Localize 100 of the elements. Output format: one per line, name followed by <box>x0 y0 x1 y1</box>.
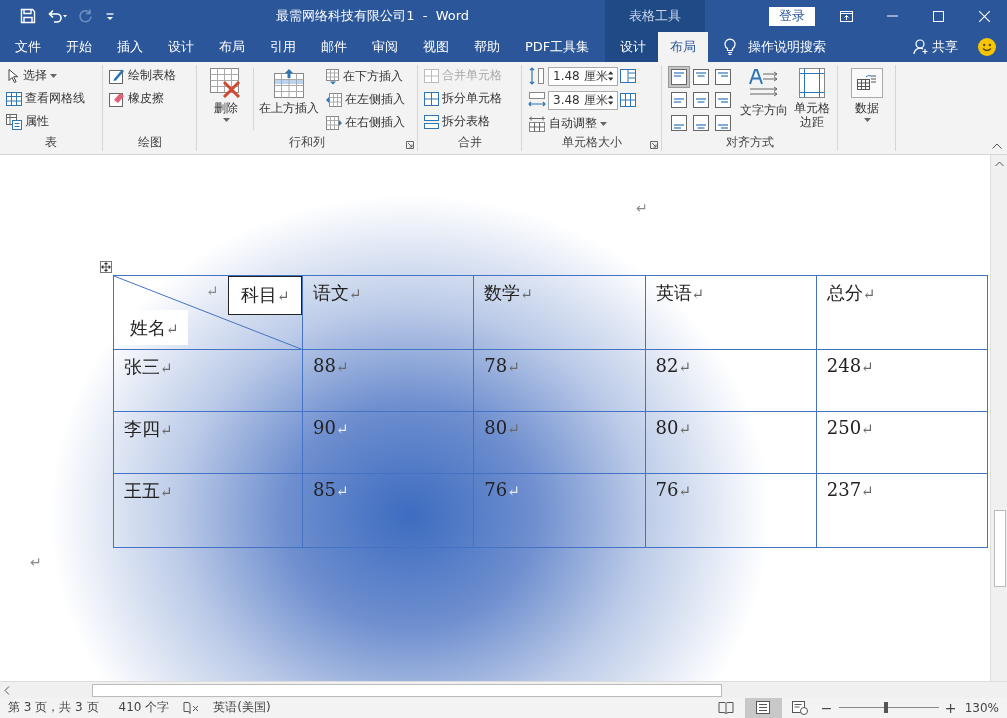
column-header: 数学↵ <box>484 281 533 303</box>
delete-button[interactable]: 删除 <box>203 65 249 122</box>
table-cell: 78↵ <box>484 354 520 376</box>
ribbon-tab[interactable]: 视图 <box>410 32 461 62</box>
properties-button[interactable]: 属性 <box>6 111 102 132</box>
dialog-launcher-icon[interactable] <box>650 140 658 149</box>
table-cell: 张三↵ <box>124 355 173 377</box>
ribbon-tab[interactable]: 文件 <box>0 32 53 62</box>
alignment-icon <box>715 91 731 108</box>
save-icon[interactable] <box>20 8 36 24</box>
ribbon-tab[interactable]: 帮助 <box>461 32 512 62</box>
close-icon <box>978 10 990 22</box>
alignment-icon <box>693 68 709 85</box>
select-button[interactable]: 选择 <box>6 65 102 86</box>
maximize-icon <box>932 10 944 22</box>
insert-below-button[interactable]: 在下方插入 <box>326 66 405 87</box>
table-cell: 76↵ <box>484 478 520 500</box>
ribbon-tab[interactable]: 设计 <box>155 32 206 62</box>
tell-me-search[interactable]: 操作说明搜索 <box>724 32 827 62</box>
zoom-level[interactable]: 130% <box>964 701 999 715</box>
ribbon-tab[interactable]: 开始 <box>53 32 104 62</box>
text-direction-button[interactable]: 文字方向 <box>738 65 790 117</box>
table-cell: 250↵ <box>826 416 874 438</box>
ribbon-tab[interactable]: PDF工具集 <box>512 32 602 62</box>
table-move-handle-icon[interactable] <box>100 260 112 273</box>
insert-above-button[interactable]: 在上方插入 <box>258 65 320 115</box>
table-cell: 王五↵ <box>124 479 173 501</box>
share-button[interactable]: 共享 <box>913 32 958 62</box>
cell-margins-button[interactable]: 单元格边距 <box>790 65 834 129</box>
group-label: 表 <box>44 133 58 150</box>
table-cell: 237↵ <box>826 478 874 500</box>
window-title: 最需网络科技有限公司1 - Word <box>275 7 471 25</box>
distribute-rows-icon[interactable] <box>620 68 636 85</box>
insert-row-below-icon <box>326 68 340 85</box>
word-count[interactable]: 410 个字 <box>118 699 170 717</box>
language[interactable]: 英语(美国) <box>213 699 271 717</box>
scrollbar-thumb[interactable] <box>994 509 1006 587</box>
alignment-icon <box>671 114 687 131</box>
distribute-columns-icon[interactable] <box>620 92 636 109</box>
autofit-button[interactable]: 自动调整 <box>528 113 661 134</box>
scrollbar-thumb[interactable] <box>92 684 722 697</box>
insert-column-left-icon <box>326 92 342 107</box>
undo-icon[interactable] <box>46 8 68 24</box>
table-cell: 85↵ <box>313 478 349 500</box>
draw-table-button[interactable]: 绘制表格 <box>109 65 196 86</box>
smiley-icon[interactable] <box>978 37 996 56</box>
eraser-button[interactable]: 橡皮擦 <box>109 88 196 109</box>
ribbon-tab[interactable]: 引用 <box>257 32 308 62</box>
grid-icon <box>6 91 22 106</box>
zoom-slider-thumb[interactable] <box>883 702 888 714</box>
ribbon-tab[interactable]: 插入 <box>104 32 155 62</box>
alignment-icon <box>715 68 731 85</box>
ribbon-tab[interactable]: 审阅 <box>359 32 410 62</box>
column-header-label: 科目↵ <box>228 275 302 315</box>
zoom-out-button[interactable]: − <box>818 700 835 716</box>
ribbon-tab[interactable]: 邮件 <box>308 32 359 62</box>
split-table-icon <box>424 114 439 129</box>
page-count[interactable]: 第 3 页，共 3 页 <box>8 699 99 717</box>
dialog-launcher-icon[interactable] <box>406 140 414 149</box>
ribbon-tab[interactable]: 布局 <box>206 32 257 62</box>
row-height-icon <box>528 67 546 86</box>
table-cell: 82↵ <box>655 354 691 376</box>
collapse-ribbon-icon[interactable] <box>992 142 1002 149</box>
contextual-tab-title: 表格工具 <box>605 0 706 32</box>
insert-left-button[interactable]: 在左侧插入 <box>326 89 405 110</box>
zoom-in-button[interactable]: + <box>942 700 959 716</box>
vertical-scrollbar[interactable] <box>990 154 1007 681</box>
delete-table-icon <box>210 67 242 98</box>
split-table-button[interactable]: 拆分表格 <box>424 111 521 132</box>
column-header: 语文↵ <box>313 281 362 303</box>
alignment-button[interactable] <box>668 65 690 88</box>
insert-column-right-icon <box>326 115 342 130</box>
split-cells-button[interactable]: 拆分单元格 <box>424 88 521 109</box>
paragraph-mark: ↵ <box>635 198 649 218</box>
proofing-icon[interactable] <box>183 701 200 715</box>
alignment-icon <box>671 91 687 108</box>
table-cell: 90↵ <box>313 416 349 438</box>
table-cell: 80↵ <box>655 416 691 438</box>
autofit-icon <box>528 115 546 132</box>
data-button[interactable]: 数据 <box>844 65 890 122</box>
table-cell: 248↵ <box>826 354 874 376</box>
paragraph-mark: ↵ <box>30 553 43 570</box>
print-layout-button[interactable] <box>744 698 782 718</box>
table-properties-icon <box>6 113 22 130</box>
lightbulb-icon <box>724 38 737 56</box>
cells-icon <box>424 68 439 83</box>
table-cell: 80↵ <box>484 416 520 438</box>
view-gridlines-button[interactable]: 查看网格线 <box>6 88 102 109</box>
spin-field[interactable]: 3.48 厘米 <box>548 90 618 110</box>
horizontal-scrollbar[interactable] <box>0 681 1007 698</box>
pencil-grid-icon <box>109 67 125 84</box>
page-icon <box>756 701 771 715</box>
ribbon-tab[interactable]: 设计 <box>605 32 659 62</box>
column-header: 总分↵ <box>826 281 876 303</box>
ribbon-tab[interactable]: 布局 <box>658 32 709 62</box>
sign-in-button[interactable]: 登录 <box>769 6 816 26</box>
spin-field[interactable]: 1.48 厘米 <box>548 66 618 86</box>
table-cell: 88↵ <box>313 354 349 376</box>
insert-right-button[interactable]: 在右侧插入 <box>326 112 405 133</box>
group-label: 合并 <box>456 133 483 150</box>
